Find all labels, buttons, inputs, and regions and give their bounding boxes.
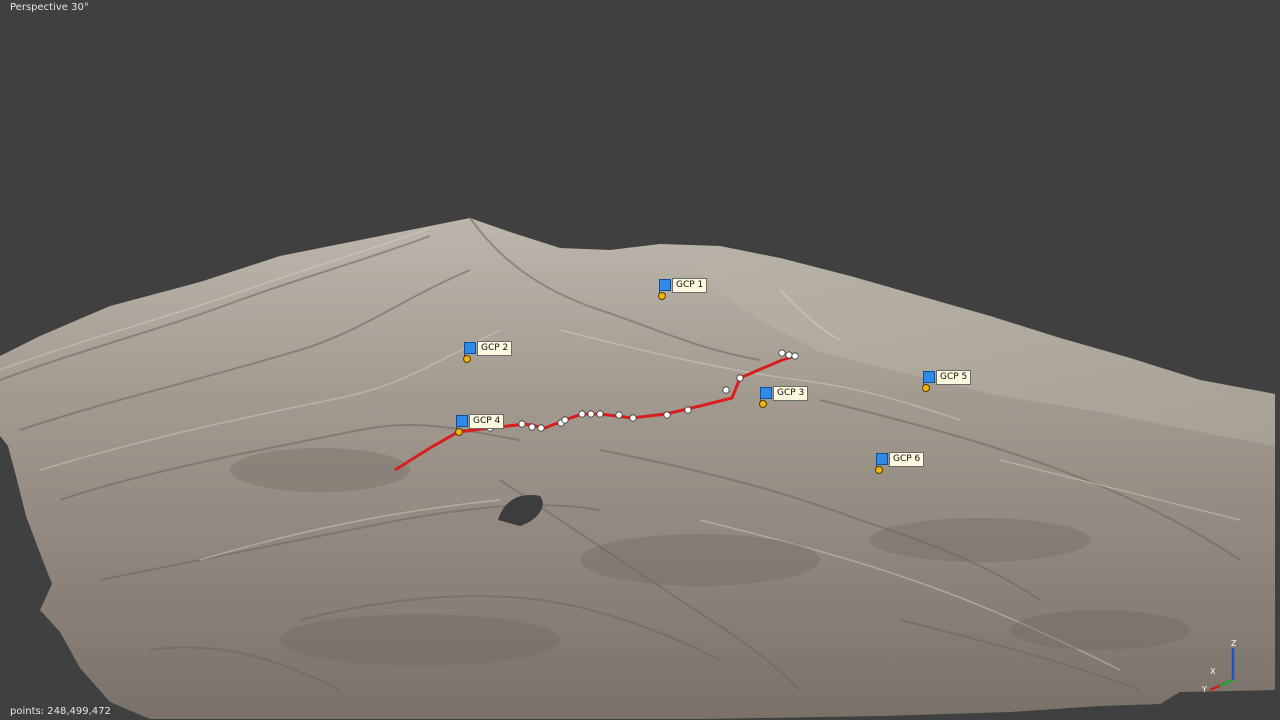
axis-x-label: X	[1210, 667, 1216, 676]
polyline-vertex	[785, 351, 793, 359]
polyline-vertex	[722, 386, 730, 394]
polyline-vertex	[587, 410, 595, 418]
marker-label: GCP 6	[889, 452, 925, 467]
polyline-vertex	[578, 410, 586, 418]
flag-icon	[876, 453, 888, 465]
marker-pin-icon	[455, 428, 463, 436]
marker-pin-icon	[759, 400, 767, 408]
flag-icon	[760, 387, 772, 399]
3d-viewport[interactable]: GCP 1 GCP 2 GCP 3 GCP 4 GCP 5 GCP 6 Pers…	[0, 0, 1280, 720]
marker-pin-icon	[875, 466, 883, 474]
view-mode-label: Perspective 30°	[10, 2, 89, 13]
marker-pin-icon	[922, 384, 930, 392]
polyline-vertex	[684, 406, 692, 414]
polyline-vertex	[561, 416, 569, 424]
polyline-vertex	[518, 420, 526, 428]
point-count-label: points: 248,499,472	[10, 706, 111, 717]
flag-icon	[456, 415, 468, 427]
polyline-vertex	[663, 411, 671, 419]
axis-y-label: Y	[1201, 685, 1207, 694]
marker-pin-icon	[658, 292, 666, 300]
axis-z-label: Z	[1231, 639, 1237, 648]
polyline-vertex	[629, 414, 637, 422]
polyline-vertex	[615, 411, 623, 419]
polyline-vertex	[537, 424, 545, 432]
marker-pin-icon	[463, 355, 471, 363]
polyline-vertex	[778, 349, 786, 357]
polyline-vertex	[791, 352, 799, 360]
flag-icon	[923, 371, 935, 383]
polyline-vertex	[528, 423, 536, 431]
flag-icon	[464, 342, 476, 354]
marker-label: GCP 2	[477, 341, 513, 356]
marker-label: GCP 3	[773, 386, 809, 401]
marker-label: GCP 5	[936, 370, 972, 385]
measurement-polyline[interactable]	[0, 0, 1280, 720]
marker-label: GCP 1	[672, 278, 708, 293]
flag-icon	[659, 279, 671, 291]
polyline-vertex	[736, 374, 744, 382]
marker-label: GCP 4	[469, 414, 505, 429]
polyline-path	[394, 354, 796, 472]
axis-gizmo-icon[interactable]: Z X Y	[1200, 636, 1250, 694]
polyline-vertex	[596, 410, 604, 418]
